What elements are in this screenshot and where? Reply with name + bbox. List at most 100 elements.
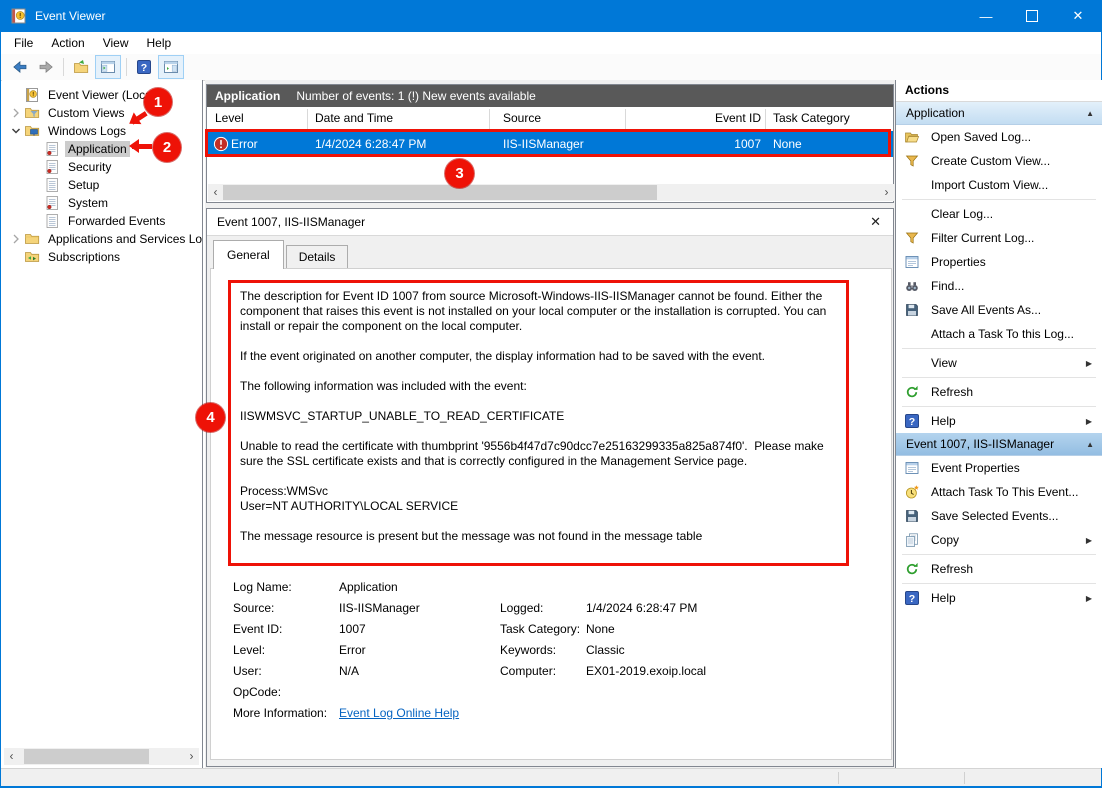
action-find[interactable]: Find... — [896, 274, 1102, 298]
subscriptions-icon — [24, 249, 41, 265]
back-icon[interactable] — [8, 56, 32, 78]
maximize-button[interactable] — [1009, 0, 1055, 32]
action-save-all-events-as[interactable]: Save All Events As... — [896, 298, 1102, 322]
detail-pane-title: Event 1007, IIS-IISManager — [217, 215, 365, 229]
toolbar-separator — [126, 58, 127, 76]
action-event-properties[interactable]: Event Properties — [896, 456, 1102, 480]
field-label: Task Category: — [500, 622, 586, 635]
detail-pane-titlebar: Event 1007, IIS-IISManager ✕ — [207, 209, 893, 236]
column-header-level[interactable]: Level — [215, 111, 244, 125]
description-paragraph: The message resource is present but the … — [240, 529, 848, 544]
find-icon — [904, 278, 922, 294]
help-icon[interactable]: ? — [132, 56, 156, 78]
action-copy[interactable]: Copy ▶ — [896, 528, 1102, 552]
tree-item-security[interactable]: Security — [2, 158, 202, 176]
action-filter-current-log[interactable]: Filter Current Log... — [896, 226, 1102, 250]
field-label: Log Name: — [233, 580, 339, 593]
tree-item-event-viewer-local[interactable]: Event Viewer (Local) — [2, 86, 202, 104]
action-import-custom-view[interactable]: Import Custom View... — [896, 173, 1102, 197]
field-value: EX01-2019.exoip.local — [586, 664, 706, 677]
filter-icon — [904, 153, 922, 169]
center-panel: Application Number of events: 1 (!) New … — [205, 80, 895, 768]
menu-action[interactable]: Action — [42, 33, 93, 53]
collapse-icon[interactable]: ▲ — [1086, 440, 1094, 449]
actions-separator — [902, 406, 1096, 407]
tree-item-system[interactable]: System — [2, 194, 202, 212]
minimize-button[interactable]: — — [963, 0, 1009, 32]
scroll-right-icon[interactable]: › — [184, 748, 199, 765]
tree-item-subscriptions[interactable]: Subscriptions — [2, 248, 202, 266]
submenu-arrow-icon: ▶ — [1086, 594, 1092, 603]
open-folder-icon — [904, 129, 922, 145]
scroll-left-icon[interactable]: ‹ — [208, 184, 223, 201]
menu-file[interactable]: File — [5, 33, 42, 53]
actions-section-event[interactable]: Event 1007, IIS-IISManager ▲ — [896, 433, 1102, 456]
tree-item-applications-and-services-logs[interactable]: Applications and Services Lo — [2, 230, 202, 248]
cell-level: Error — [231, 137, 258, 151]
chevron-right-icon[interactable] — [8, 234, 24, 244]
chevron-right-icon[interactable] — [8, 108, 24, 118]
collapse-icon[interactable]: ▲ — [1086, 109, 1094, 118]
column-header-event-id[interactable]: Event ID — [625, 111, 761, 125]
show-action-pane-icon[interactable] — [158, 55, 184, 79]
event-log-online-help-link[interactable]: Event Log Online Help — [339, 706, 459, 720]
field-value: Error — [339, 643, 500, 656]
field-label: Logged: — [500, 601, 586, 614]
blank-icon — [904, 355, 922, 371]
field-label: OpCode: — [233, 685, 339, 698]
action-open-saved-log[interactable]: Open Saved Log... — [896, 125, 1102, 149]
close-button[interactable]: ✕ — [1055, 0, 1101, 32]
tree-item-forwarded-events[interactable]: Forwarded Events — [2, 212, 202, 230]
menu-view[interactable]: View — [94, 33, 138, 53]
tab-general[interactable]: General — [213, 240, 284, 269]
scroll-right-icon[interactable]: › — [879, 184, 894, 201]
tree-item-label: Subscriptions — [45, 249, 123, 265]
action-attach-task-to-log[interactable]: Attach a Task To this Log... — [896, 322, 1102, 346]
close-detail-icon[interactable]: ✕ — [870, 214, 881, 230]
action-attach-task-to-event[interactable]: Attach Task To This Event... — [896, 480, 1102, 504]
actions-panel: Actions Application ▲ Open Saved Log... … — [895, 80, 1102, 768]
action-help[interactable]: ? Help ▶ — [896, 409, 1102, 433]
submenu-arrow-icon: ▶ — [1086, 536, 1092, 545]
action-save-selected-events[interactable]: Save Selected Events... — [896, 504, 1102, 528]
action-clear-log[interactable]: Clear Log... — [896, 202, 1102, 226]
tree-item-windows-logs[interactable]: Windows Logs — [2, 122, 202, 140]
action-refresh-event[interactable]: Refresh — [896, 557, 1102, 581]
column-header-date-time[interactable]: Date and Time — [315, 111, 393, 125]
events-column-headers: Level Date and Time Source Event ID Task… — [207, 107, 893, 132]
action-properties[interactable]: Properties — [896, 250, 1102, 274]
export-log-icon[interactable] — [69, 56, 93, 78]
field-value: 1007 — [339, 622, 500, 635]
action-create-custom-view[interactable]: Create Custom View... — [896, 149, 1102, 173]
events-horizontal-scrollbar[interactable]: ‹ › — [208, 184, 894, 201]
action-refresh[interactable]: Refresh — [896, 380, 1102, 404]
tree-item-custom-views[interactable]: Custom Views — [2, 104, 202, 122]
description-paragraph: User=NT AUTHORITY\LOCAL SERVICE — [240, 499, 848, 514]
forward-icon[interactable] — [34, 56, 58, 78]
scroll-left-icon[interactable]: ‹ — [4, 748, 19, 765]
actions-separator — [902, 377, 1096, 378]
show-console-tree-icon[interactable] — [95, 55, 121, 79]
column-header-task-category[interactable]: Task Category — [773, 111, 850, 125]
svg-text:?: ? — [909, 593, 915, 605]
action-view[interactable]: View ▶ — [896, 351, 1102, 375]
detail-tabs: General Details — [213, 240, 350, 268]
menu-help[interactable]: Help — [138, 33, 181, 53]
actions-separator — [902, 199, 1096, 200]
scrollbar-thumb[interactable] — [24, 749, 149, 764]
tab-details[interactable]: Details — [286, 245, 349, 268]
menubar: File Action View Help — [1, 32, 1101, 54]
column-header-source[interactable]: Source — [503, 111, 541, 125]
scrollbar-thumb[interactable] — [223, 185, 657, 200]
actions-section-application[interactable]: Application ▲ — [896, 102, 1102, 125]
tree-horizontal-scrollbar[interactable]: ‹ › — [4, 748, 199, 765]
tree-item-application[interactable]: Application — [2, 140, 202, 158]
save-icon — [904, 508, 922, 524]
section-header-label: Application — [906, 106, 1086, 120]
chevron-down-icon[interactable] — [8, 126, 24, 136]
event-viewer-icon — [24, 87, 41, 103]
properties-icon — [904, 254, 922, 270]
event-row-selected[interactable]: Error 1/4/2024 6:28:47 PM IIS-IISManager… — [207, 131, 893, 157]
tree-item-setup[interactable]: Setup — [2, 176, 202, 194]
action-help-event[interactable]: ? Help ▶ — [896, 586, 1102, 610]
